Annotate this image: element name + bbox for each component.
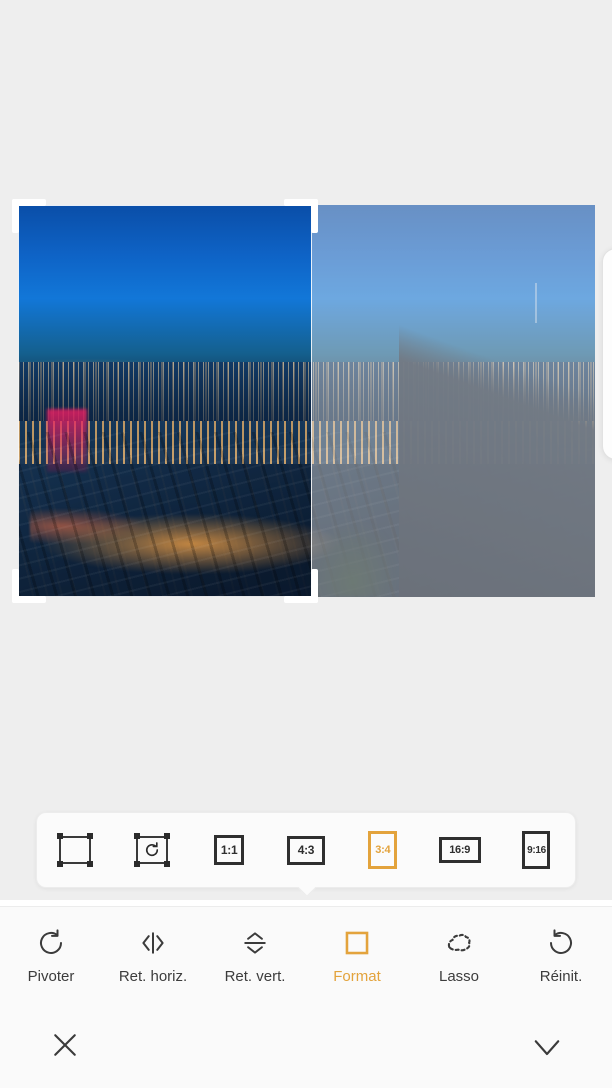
crop-handle-top-right[interactable] (284, 199, 318, 233)
ratio-option-1-1[interactable]: 1:1 (201, 827, 257, 873)
crop-selection-rect[interactable] (12, 199, 318, 603)
tool-format[interactable]: Format (309, 913, 405, 997)
flip-vertical-icon (238, 926, 272, 960)
tool-label-format: Format (333, 967, 381, 985)
ratio-option-free[interactable] (47, 827, 103, 873)
tool-strip: Pivoter Ret. horiz. Ret. vert. Format La… (0, 906, 612, 1003)
tool-label-flip-vertical: Ret. vert. (224, 967, 286, 985)
tool-flip-vertical[interactable]: Ret. vert. (207, 913, 303, 997)
aspect-ratio-popup: 1:1 4:3 3:4 16:9 9:16 (36, 812, 576, 897)
ratio-label-1-1: 1:1 (214, 835, 245, 865)
tool-label-rotate: Pivoter (27, 967, 75, 985)
photo-spire (535, 283, 538, 323)
editor-canvas (0, 0, 612, 900)
photo-ridge (398, 228, 595, 597)
confirm-bar (0, 1002, 612, 1088)
tool-label-flip-horizontal: Ret. horiz. (118, 967, 188, 985)
rotate-frame-icon (134, 833, 171, 867)
check-icon (529, 1027, 565, 1063)
ratio-option-4-3[interactable]: 4:3 (278, 827, 334, 873)
apply-button[interactable] (520, 1018, 574, 1072)
crop-handle-bottom-left[interactable] (12, 569, 46, 603)
flip-horizontal-icon (136, 926, 170, 960)
tool-flip-horizontal[interactable]: Ret. horiz. (105, 913, 201, 997)
crop-handle-top-left[interactable] (12, 199, 46, 233)
square-outline-icon (340, 926, 374, 960)
ratio-label-9-16: 9:16 (522, 831, 551, 869)
crop-frame-icon (57, 833, 94, 867)
ratio-option-rotate-frame[interactable] (124, 827, 180, 873)
ratio-option-16-9[interactable]: 16:9 (432, 827, 488, 873)
crop-handle-bottom-right[interactable] (284, 569, 318, 603)
ratio-option-3-4[interactable]: 3:4 (355, 827, 411, 873)
ratio-label-3-4: 3:4 (368, 831, 398, 869)
ratio-option-9-16[interactable]: 9:16 (508, 827, 564, 873)
tool-label-lasso: Lasso (438, 967, 480, 985)
lasso-icon (442, 926, 476, 960)
close-icon (47, 1027, 83, 1063)
rotate-ccw-icon (34, 926, 68, 960)
ratio-label-4-3: 4:3 (286, 835, 325, 865)
tool-lasso[interactable]: Lasso (411, 913, 507, 997)
cancel-button[interactable] (38, 1018, 92, 1072)
popup-pointer (295, 887, 317, 898)
reset-icon (544, 926, 578, 960)
tool-label-reset: Réinit. (539, 967, 583, 985)
side-panel-partial[interactable] (602, 248, 612, 460)
photo-trees (306, 518, 399, 597)
tool-reset[interactable]: Réinit. (513, 913, 609, 997)
ratio-label-16-9: 16:9 (438, 837, 481, 863)
tool-rotate[interactable]: Pivoter (3, 913, 99, 997)
